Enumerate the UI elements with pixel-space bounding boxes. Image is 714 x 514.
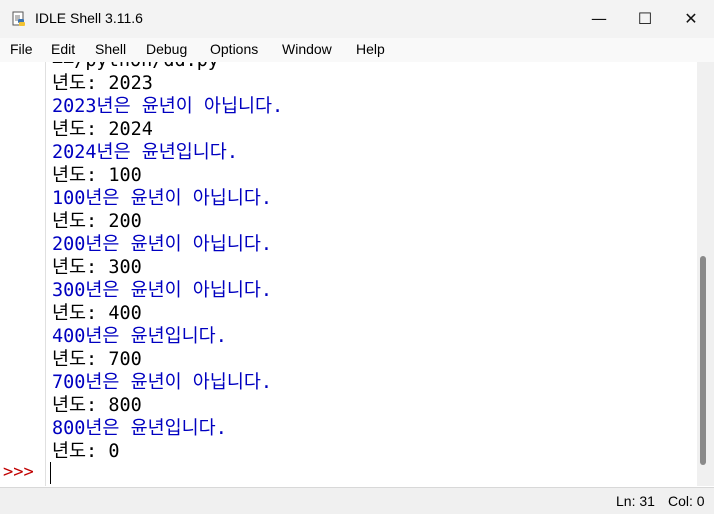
menu-window[interactable]: Window bbox=[282, 41, 332, 57]
shell-output-line: 2024년은 윤년입니다. bbox=[52, 142, 238, 163]
shell-output-line: 100년은 윤년이 아닙니다. bbox=[52, 188, 273, 209]
shell-input-line: 년도: 700 bbox=[52, 349, 142, 370]
title-bar: IDLE Shell 3.11.6 — ☐ ✕ bbox=[0, 0, 714, 38]
menu-shell[interactable]: Shell bbox=[95, 41, 126, 57]
text-cursor bbox=[50, 462, 51, 484]
shell-sidebar bbox=[0, 62, 45, 486]
shell-output-line: 700년은 윤년이 아닙니다. bbox=[52, 372, 273, 393]
minimize-button[interactable]: — bbox=[576, 0, 622, 38]
idle-python-icon bbox=[12, 11, 25, 26]
shell-text-area[interactable]: ==/python/dd.py 년도: 2023 2023년은 윤년이 아닙니다… bbox=[45, 62, 698, 486]
shell-input-line: 년도: 2024 bbox=[52, 119, 153, 140]
shell-input-line: 년도: 400 bbox=[52, 303, 142, 324]
menu-debug[interactable]: Debug bbox=[146, 41, 187, 57]
shell-input-line: 년도: 200 bbox=[52, 211, 142, 232]
shell-output-line: 400년은 윤년입니다. bbox=[52, 326, 227, 347]
menu-help[interactable]: Help bbox=[356, 41, 385, 57]
minimize-icon: — bbox=[591, 9, 607, 28]
shell-input-line: 년도: 2023 bbox=[52, 73, 153, 94]
close-button[interactable]: ✕ bbox=[668, 0, 714, 38]
shell-output-line: 200년은 윤년이 아닙니다. bbox=[52, 234, 273, 255]
shell-output-line: 2023년은 윤년이 아닙니다. bbox=[52, 96, 284, 117]
shell-input-line: 년도: 100 bbox=[52, 165, 142, 186]
menu-file[interactable]: File bbox=[10, 41, 33, 57]
menu-bar: File Edit Shell Debug Options Window Hel… bbox=[0, 38, 714, 62]
maximize-icon: ☐ bbox=[637, 9, 653, 28]
menu-edit[interactable]: Edit bbox=[51, 41, 75, 57]
shell-input-line: 년도: 0 bbox=[52, 441, 120, 462]
partial-output-line: ==/python/dd.py bbox=[52, 62, 219, 72]
line-number-status: Ln: 31 bbox=[616, 493, 655, 509]
shell-input-line: 년도: 800 bbox=[52, 395, 142, 416]
column-number-status: Col: 0 bbox=[668, 493, 705, 509]
shell-output-line: 300년은 윤년이 아닙니다. bbox=[52, 280, 273, 301]
shell-prompt-symbol: >>> bbox=[3, 462, 34, 482]
menu-options[interactable]: Options bbox=[210, 41, 258, 57]
shell-output-line: 800년은 윤년입니다. bbox=[52, 418, 227, 439]
shell-input-line: 년도: 300 bbox=[52, 257, 142, 278]
close-icon: ✕ bbox=[684, 9, 698, 28]
scrollbar-thumb[interactable] bbox=[700, 256, 706, 465]
status-bar: Ln: 31 Col: 0 bbox=[0, 487, 714, 514]
window-title: IDLE Shell 3.11.6 bbox=[35, 10, 143, 26]
maximize-button[interactable]: ☐ bbox=[622, 0, 668, 38]
